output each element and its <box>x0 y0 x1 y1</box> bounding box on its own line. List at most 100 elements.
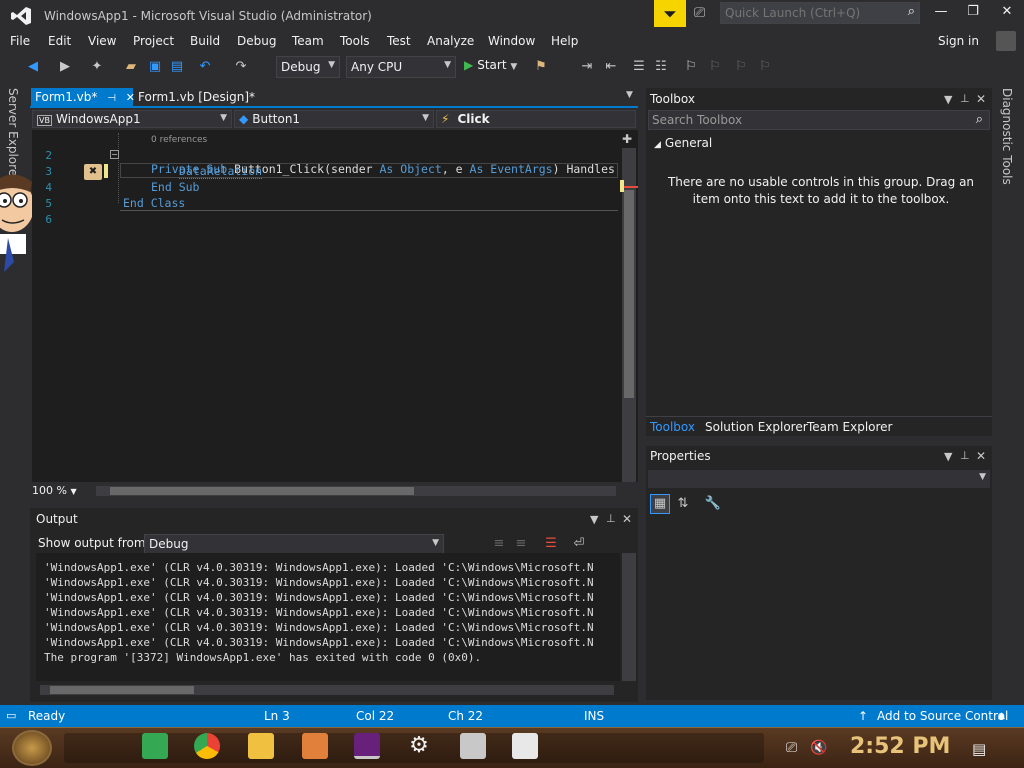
code-line-4[interactable]: End Sub <box>151 180 199 194</box>
toolbox-group-general[interactable]: ◢ General <box>654 136 712 150</box>
find-message-icon[interactable]: ≡ <box>490 535 508 553</box>
new-project-icon[interactable]: ✦ <box>88 58 106 76</box>
code-line-5[interactable]: End Class <box>123 196 185 210</box>
menu-test[interactable]: Test <box>387 34 411 48</box>
search-icon[interactable]: ⌕ <box>976 112 983 127</box>
panel-menu-icon[interactable]: ▼ <box>590 513 598 526</box>
pin-icon[interactable]: ⊥ <box>960 92 970 105</box>
quick-launch-input[interactable] <box>721 3 899 23</box>
visual-studio-taskbar-icon[interactable] <box>354 733 380 759</box>
zoom-level-select[interactable]: 100 % ▼ <box>32 484 92 500</box>
browser-link-icon[interactable]: ⚑ <box>532 58 550 76</box>
code-editor[interactable] <box>32 130 638 482</box>
panel-menu-icon[interactable]: ▼ <box>944 93 952 106</box>
object-nav-select[interactable]: ◆ Button1 ▼ <box>234 110 434 128</box>
error-token[interactable]: DataRelation <box>179 164 263 179</box>
chrome-icon[interactable] <box>194 733 220 759</box>
arrow-up-icon[interactable]: ↑ <box>858 709 868 723</box>
navigate-forward-icon[interactable]: ▶ <box>56 58 74 76</box>
outdent-icon[interactable]: ☰ <box>630 58 648 76</box>
pin-icon[interactable]: ⊥ <box>606 512 616 525</box>
search-icon[interactable]: ⌕ <box>908 4 915 19</box>
code-lens-references[interactable]: 0 references <box>151 135 207 145</box>
panel-menu-icon[interactable]: ▼ <box>944 450 952 463</box>
tab-overflow-chevron-icon[interactable]: ▼ <box>626 90 633 100</box>
property-pages-icon[interactable]: 🔧 <box>704 495 722 513</box>
bookmark-icon[interactable]: ⚐ <box>682 58 700 76</box>
minimize-button[interactable]: — <box>926 4 956 24</box>
notepad-app-icon[interactable] <box>512 733 538 759</box>
menu-file[interactable]: File <box>10 34 30 48</box>
step-over-icon[interactable]: ⇤ <box>602 58 620 76</box>
pin-icon[interactable]: ⊣ <box>107 93 116 104</box>
toolbox-search-input[interactable]: Search Toolbox ⌕ <box>648 110 990 130</box>
diagnostic-tools-tab[interactable]: Diagnostic Tools <box>1000 88 1014 185</box>
output-source-select[interactable]: Debug ▼ <box>144 534 444 554</box>
next-bookmark-icon[interactable]: ⚐ <box>732 58 750 76</box>
event-nav-select[interactable]: ⚡ Click <box>436 110 636 128</box>
menu-debug[interactable]: Debug <box>237 34 276 48</box>
word-wrap-icon[interactable]: ⏎ <box>570 535 588 553</box>
tab-toolbox[interactable]: Toolbox <box>650 420 695 434</box>
project-nav-select[interactable]: VB WindowsApp1 ▼ <box>32 110 232 128</box>
tab-form1-design[interactable]: Form1.vb [Design]* <box>134 88 255 108</box>
taskbar-clock[interactable]: 2:52 PM <box>850 734 950 759</box>
menu-help[interactable]: Help <box>551 34 578 48</box>
output-vertical-scrollbar[interactable] <box>622 553 636 681</box>
tab-solution-explorer[interactable]: Solution Explorer <box>705 420 808 434</box>
network-icon[interactable]: ⎚ <box>786 740 797 756</box>
redo-icon[interactable]: ↷ <box>232 58 250 76</box>
menu-analyze[interactable]: Analyze <box>427 34 474 48</box>
output-hscroll-thumb[interactable] <box>50 686 194 694</box>
collapse-icon[interactable]: − <box>110 150 119 159</box>
editor-scroll-thumb[interactable] <box>624 190 634 398</box>
output-text-area[interactable]: 'WindowsApp1.exe' (CLR v4.0.30319: Windo… <box>36 553 620 681</box>
sign-in-link[interactable]: Sign in <box>938 34 979 48</box>
menu-view[interactable]: View <box>88 34 116 48</box>
clear-all-icon[interactable]: ☰ <box>542 535 560 553</box>
menu-tools[interactable]: Tools <box>340 34 370 48</box>
split-editor-icon[interactable]: ✚ <box>622 132 632 146</box>
chevron-up-icon[interactable]: ▲ <box>998 711 1005 721</box>
next-message-icon[interactable]: ≡ <box>512 535 530 553</box>
indent-icon[interactable]: ☷ <box>652 58 670 76</box>
quick-launch-box[interactable]: ⌕ <box>720 2 920 24</box>
action-center-icon[interactable]: ▤ <box>972 740 986 758</box>
code-line-3[interactable]: DataRelation <box>179 164 263 179</box>
document-app-icon[interactable] <box>302 733 328 759</box>
settings-gear-icon[interactable]: ⚙ <box>406 733 432 759</box>
save-icon[interactable]: ▣ <box>146 58 164 76</box>
start-menu-icon[interactable] <box>12 730 52 766</box>
add-to-source-control-button[interactable]: Add to Source Control <box>877 709 1008 723</box>
close-panel-icon[interactable]: ✕ <box>976 92 986 106</box>
menu-team[interactable]: Team <box>292 34 324 48</box>
menu-project[interactable]: Project <box>133 34 174 48</box>
image-app-icon[interactable] <box>460 733 486 759</box>
menu-edit[interactable]: Edit <box>48 34 71 48</box>
pin-icon[interactable]: ⊥ <box>960 449 970 462</box>
close-panel-icon[interactable]: ✕ <box>976 449 986 463</box>
menu-build[interactable]: Build <box>190 34 220 48</box>
file-explorer-icon[interactable] <box>248 733 274 759</box>
navigate-back-icon[interactable]: ◀ <box>24 58 42 76</box>
restore-button[interactable]: ❐ <box>958 4 988 24</box>
properties-object-select[interactable]: ▼ <box>648 470 990 488</box>
solution-config-select[interactable]: Debug ▼ <box>276 56 340 78</box>
prev-bookmark-icon[interactable]: ⚐ <box>706 58 724 76</box>
close-button[interactable]: ✕ <box>992 4 1022 24</box>
google-sheets-icon[interactable] <box>142 733 168 759</box>
volume-muted-icon[interactable]: 🔇 <box>810 740 827 756</box>
open-file-icon[interactable]: ▰ <box>122 58 140 76</box>
save-all-icon[interactable]: ▤ <box>168 58 186 76</box>
categorized-icon[interactable]: ▦ <box>650 494 670 514</box>
notification-flag-icon[interactable]: ⏷ <box>654 0 686 27</box>
clear-bookmarks-icon[interactable]: ⚐ <box>756 58 774 76</box>
alphabetical-icon[interactable]: ⇅ <box>674 495 692 513</box>
tab-team-explorer[interactable]: Team Explorer <box>807 420 893 434</box>
step-into-icon[interactable]: ⇥ <box>578 58 596 76</box>
start-debugging-button[interactable]: ▶ Start ▼ <box>464 58 517 72</box>
undo-icon[interactable]: ↶ <box>196 58 214 76</box>
tab-form1-vb[interactable]: Form1.vb* ⊣ ✕ <box>31 88 135 108</box>
quick-actions-lightbulb-icon[interactable]: ✖ <box>84 164 102 180</box>
menu-window[interactable]: Window <box>488 34 535 48</box>
